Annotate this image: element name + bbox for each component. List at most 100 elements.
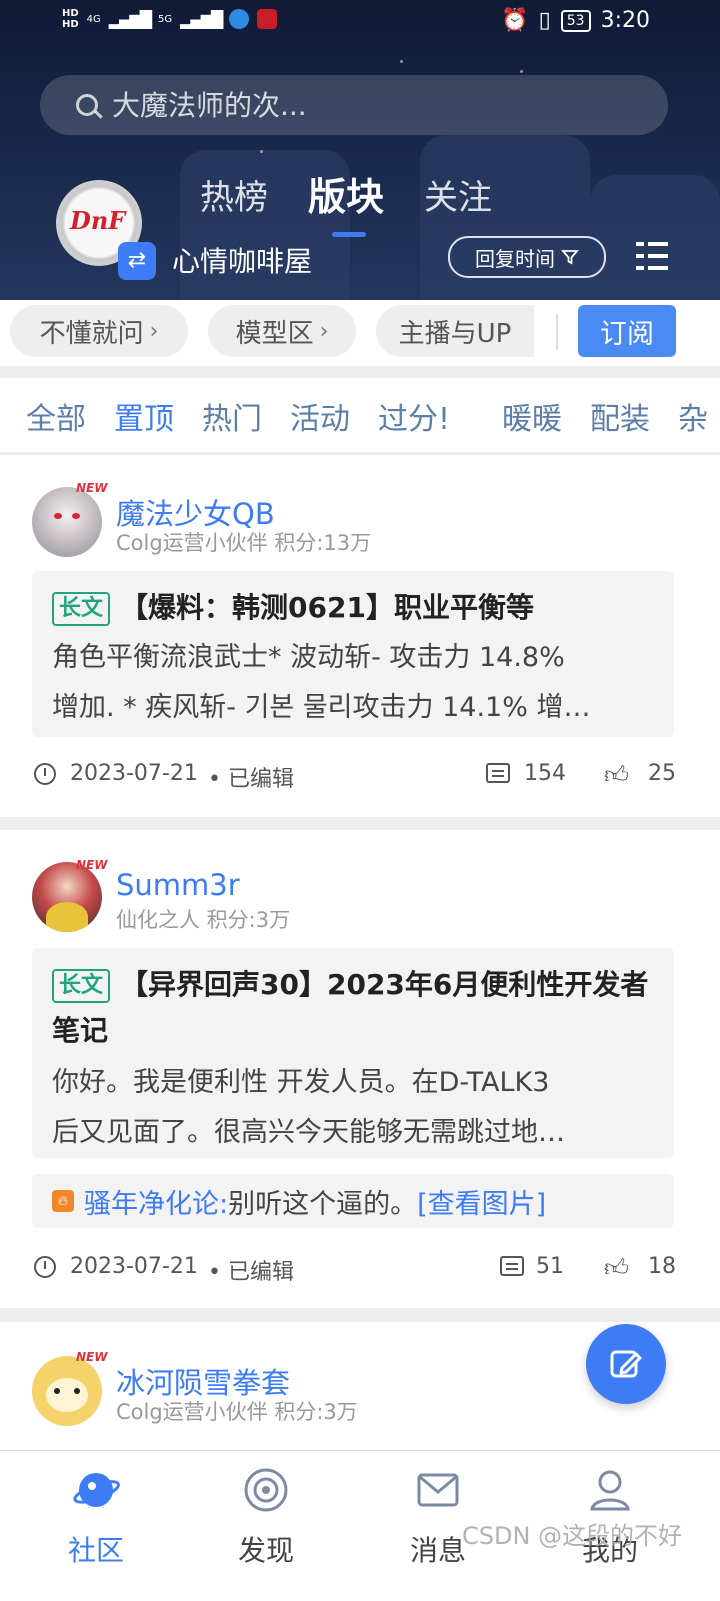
header: HD HD 4G ▂▄▆█ 5G ▂▄▆█ ⏰ ▯ 53 3:20 DnF ⇄ …: [0, 0, 720, 300]
avatar[interactable]: [32, 1356, 102, 1426]
chip-model[interactable]: 模型区 ›: [208, 305, 356, 357]
edited-label: • 已编辑: [208, 767, 294, 792]
search-input[interactable]: [110, 87, 634, 123]
tab-boards[interactable]: 版块: [308, 166, 384, 237]
nav-discover[interactable]: 发现: [206, 1465, 326, 1569]
reply-text: 别听这个逼的。: [228, 1188, 418, 1220]
nav-label: 发现: [237, 1534, 294, 1567]
nav-label: 社区: [67, 1534, 124, 1567]
post-content[interactable]: 长文 【爆料：韩测0621】职业平衡等 角色平衡流浪武士* 波动斩- 攻击力 14…: [32, 571, 674, 737]
chip-label: 不懂就问: [39, 318, 144, 349]
category-misc[interactable]: 杂: [678, 394, 708, 438]
mail-icon: [413, 1465, 463, 1515]
excerpt-line: 你好。我是便利性 开发人员。在D-TALK3: [52, 1067, 550, 1098]
bg-house: [590, 175, 720, 300]
new-badge: NEW: [76, 858, 108, 872]
switch-board-icon[interactable]: ⇄: [118, 242, 156, 280]
excerpt-line: 角色平衡流浪武士* 波动斩- 攻击力 14.8%: [52, 642, 565, 673]
new-post-button[interactable]: [586, 1324, 666, 1404]
comment-icon[interactable]: [486, 763, 510, 783]
fire-icon: 🔥︎: [52, 1190, 74, 1212]
like-icon[interactable]: 👍︎: [604, 1254, 629, 1283]
filter-icon: [561, 250, 579, 265]
like-count: 25: [648, 761, 676, 786]
avatar[interactable]: [32, 487, 102, 557]
like-icon[interactable]: 👍︎: [604, 761, 629, 790]
bg-star: [260, 150, 263, 153]
author-name[interactable]: Summ3r: [116, 868, 240, 902]
post-excerpt: 角色平衡流浪武士* 波动斩- 攻击力 14.8% 增加. * 疾风斩- 기본 물…: [52, 633, 652, 733]
profile-icon: [585, 1465, 635, 1515]
board-name[interactable]: 心情咖啡屋: [172, 240, 312, 280]
search-bar[interactable]: [40, 75, 668, 135]
author-meta: Colg运营小伙伴 积分:3万: [116, 1400, 358, 1424]
excerpt-line: 后又见面了。很高兴今天能够无需跳过地…: [52, 1117, 565, 1148]
post-date: 2023-07-21: [70, 1254, 198, 1279]
status-bar: HD HD 4G ▂▄▆█ 5G ▂▄▆█ ⏰ ▯ 53 3:20: [0, 0, 720, 46]
author-meta: 仙化之人 积分:3万: [116, 908, 291, 932]
post-title-text: 【爆料：韩测0621】职业平衡等: [120, 591, 534, 624]
category-all[interactable]: 全部: [26, 394, 86, 438]
search-icon: [76, 94, 98, 116]
chevron-right-icon: ›: [149, 318, 159, 344]
board-logo-text: DnF: [70, 206, 126, 235]
category-hot[interactable]: 热门: [202, 394, 262, 438]
comment-icon[interactable]: [500, 1256, 524, 1276]
post-date: 2023-07-21: [70, 761, 198, 786]
category-pinned[interactable]: 置顶: [114, 394, 174, 438]
post-title: 长文 【爆料：韩测0621】职业平衡等: [52, 585, 658, 631]
watermark: CSDN @这段的不好: [462, 1522, 683, 1550]
post-card[interactable]: NEW Summ3r 仙化之人 积分:3万 长文 【异界回声30】2023年6月便…: [0, 830, 720, 1308]
top-tabs: 热榜 版块 关注: [200, 170, 492, 237]
author-meta: Colg运营小伙伴 积分:13万: [116, 531, 372, 555]
post-footer: 2023-07-21 • 已编辑 154 👍︎ 25: [32, 761, 676, 792]
community-icon: [71, 1465, 121, 1515]
chip-label: 模型区: [235, 318, 314, 349]
new-badge: NEW: [76, 481, 108, 495]
bg-star: [400, 60, 403, 63]
post-title: 长文 【异界回声30】2023年6月便利性开发者笔记: [52, 962, 658, 1054]
excerpt-line: 增加. * 疾风斩- 기본 물리攻击力 14.1% 增…: [52, 692, 591, 723]
signal-icon: ▂▄▆█: [108, 9, 152, 29]
clock-icon: [34, 1256, 56, 1278]
chip-ask[interactable]: 不懂就问 ›: [10, 305, 188, 357]
list-view-icon[interactable]: [636, 242, 668, 270]
longtext-badge: 长文: [52, 969, 111, 1003]
app-notification-icon: [257, 9, 278, 29]
reply-author[interactable]: 骚年净化论:: [84, 1182, 228, 1221]
sort-by-reply-time-button[interactable]: 回复时间: [448, 236, 606, 278]
sub-board-bar: 不懂就问 › 模型区 › 主播与UP 订阅: [0, 300, 720, 366]
nav-community[interactable]: 社区: [36, 1465, 156, 1569]
tab-follow[interactable]: 关注: [424, 170, 492, 225]
hot-reply-preview[interactable]: 🔥︎ 骚年净化论: 别听这个逼的。 [查看图片]: [32, 1174, 674, 1228]
post-content[interactable]: 长文 【异界回声30】2023年6月便利性开发者笔记 你好。我是便利性 开发人员。…: [32, 948, 674, 1158]
post-card[interactable]: NEW 魔法少女QB Colg运营小伙伴 积分:13万 长文 【爆料：韩测0621…: [0, 455, 720, 817]
comment-count: 154: [524, 761, 566, 786]
status-time: 3:20: [600, 8, 650, 33]
clock-icon: [34, 763, 56, 785]
post-title-text: 【异界回声30】2023年6月便利性开发者笔记: [52, 968, 649, 1047]
battery-icon: 53: [560, 9, 591, 32]
post-excerpt: 你好。我是便利性 开发人员。在D-TALK3 后又见面了。很高兴今天能够无需跳过…: [52, 1058, 652, 1158]
category-tabs: 全部 置顶 热门 活动 过分! 暖暖 配装 杂: [0, 378, 720, 453]
post-footer: 2023-07-21 • 已编辑 51 👍︎ 18: [32, 1254, 676, 1285]
tab-hot-list[interactable]: 热榜: [200, 170, 268, 225]
discover-icon: [241, 1465, 291, 1515]
network-4g: 4G: [86, 13, 101, 25]
category-events[interactable]: 活动: [290, 394, 350, 438]
chip-label: 主播与UP: [398, 318, 512, 349]
category-nuannuan[interactable]: 暖暖: [502, 394, 562, 438]
like-count: 18: [648, 1254, 676, 1279]
sort-label: 回复时间: [475, 246, 555, 271]
edited-label: • 已编辑: [208, 1260, 294, 1285]
hd-indicator: HD HD: [62, 8, 79, 30]
new-badge: NEW: [76, 1350, 108, 1364]
avatar[interactable]: [32, 862, 102, 932]
chip-streamer[interactable]: 主播与UP: [376, 305, 534, 357]
edit-icon: [610, 1350, 642, 1378]
view-image-link[interactable]: [查看图片]: [417, 1182, 546, 1221]
subscribe-button[interactable]: 订阅: [578, 305, 676, 357]
comment-count: 51: [536, 1254, 564, 1279]
category-excessive[interactable]: 过分!: [378, 394, 450, 438]
category-builds[interactable]: 配装: [590, 394, 650, 438]
